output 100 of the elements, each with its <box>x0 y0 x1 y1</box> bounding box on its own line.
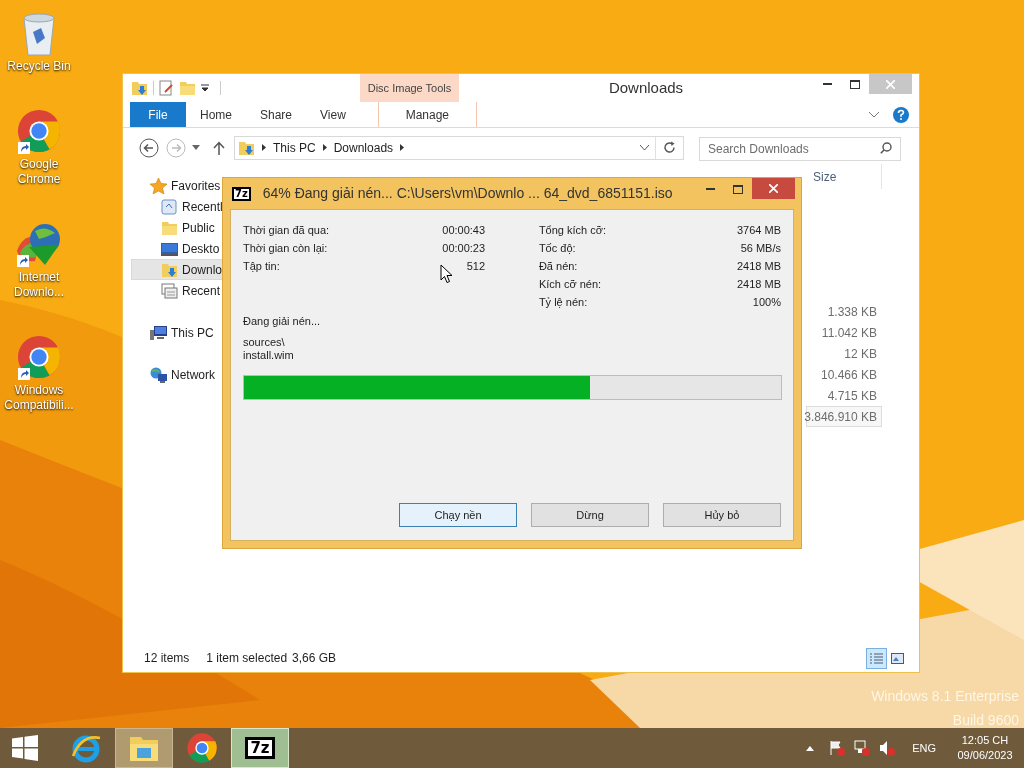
shortcut-arrow-icon <box>18 142 30 154</box>
up-arrow-icon[interactable] <box>213 140 225 155</box>
mouse-pointer-icon <box>440 264 453 284</box>
recent-locations-caret-icon[interactable] <box>192 145 200 150</box>
file-path-text: sources\ <box>243 335 286 349</box>
back-icon[interactable] <box>139 137 159 158</box>
stat-value: 56 MB/s <box>740 240 781 256</box>
shortcut-arrow-icon <box>17 255 29 267</box>
stat-value: 3764 MB <box>736 222 781 238</box>
details-list-icon <box>870 652 883 664</box>
file-size-cell[interactable]: 4.715 KB <box>806 385 882 406</box>
dialog-button[interactable]: Dừng <box>531 503 649 527</box>
stat-label: Thời gian đã qua: <box>243 222 330 238</box>
stat-value: 2418 MB <box>736 258 781 274</box>
selection-size: 3,66 GB <box>292 650 337 667</box>
stat-label: Kích cỡ nén: <box>538 276 602 292</box>
breadcrumb-item[interactable]: Downloads <box>333 138 394 157</box>
downloads-folder-icon <box>131 80 148 96</box>
stat-label: Tốc độ: <box>538 240 576 256</box>
help-icon[interactable] <box>893 106 909 123</box>
minimize-icon <box>705 188 715 190</box>
nav-item[interactable]: Network <box>131 364 293 385</box>
window-title: Downloads <box>608 77 684 98</box>
expand-ribbon-icon[interactable] <box>869 111 879 118</box>
edition-text: Build 9600 <box>952 711 1019 730</box>
ribbon-tab[interactable]: View <box>306 102 360 127</box>
file-size-cell[interactable]: 10.466 KB <box>806 364 882 385</box>
app-logo: 7z <box>232 186 251 201</box>
file-size-cell[interactable]: 11.042 KB <box>806 322 882 343</box>
chrome-icon <box>16 334 62 380</box>
speaker-muted-icon[interactable] <box>879 740 896 756</box>
file-explorer-icon <box>129 734 159 762</box>
edition-text: Windows 8.1 Enterprise <box>871 687 1019 706</box>
recycle-bin-icon <box>21 12 57 56</box>
item-count: 12 items <box>144 650 190 667</box>
search-field[interactable]: Search Downloads <box>699 136 901 161</box>
language-indicator[interactable]: ENG <box>912 739 936 757</box>
stat-value: 2418 MB <box>736 276 781 292</box>
stat-label: Tổng kích cỡ: <box>538 222 607 238</box>
context-tab-group: Disc Image Tools <box>360 74 459 102</box>
show-hidden-icons-icon[interactable] <box>806 745 815 751</box>
file-path-text: install.wim <box>243 348 295 362</box>
dropdown-caret-icon[interactable] <box>201 84 209 92</box>
flag-error-icon[interactable] <box>829 740 846 756</box>
dialog-button[interactable]: Hủy bỏ <box>663 503 781 527</box>
file-size-cell[interactable]: 1.338 KB <box>806 301 882 322</box>
folder-icon <box>179 80 196 96</box>
maximize-icon <box>850 79 860 89</box>
nav-item[interactable]: Recent <box>131 280 293 301</box>
network-icon <box>150 366 167 383</box>
ribbon-tab[interactable]: Home <box>186 102 246 127</box>
stat-value: 00:00:43 <box>442 222 486 238</box>
properties-icon[interactable] <box>159 80 174 96</box>
refresh-icon[interactable] <box>663 141 676 154</box>
breadcrumb-arrow-icon[interactable] <box>262 144 266 151</box>
app-logo: 7z <box>245 737 275 759</box>
downloads-folder-icon <box>161 261 178 278</box>
ribbon-tab[interactable]: Share <box>246 102 307 127</box>
stat-label: Thời gian còn lại: <box>243 240 328 256</box>
folder-icon <box>161 219 178 236</box>
dialog-button[interactable]: Chạy nền <box>399 503 517 527</box>
downloads-folder-icon <box>238 139 255 156</box>
breadcrumb-arrow-icon[interactable] <box>400 144 405 151</box>
close-icon <box>769 184 778 193</box>
breadcrumb-arrow-icon[interactable] <box>322 144 327 151</box>
desktop-icon <box>161 240 178 257</box>
stat-value: 512 <box>466 258 486 274</box>
close-icon <box>886 79 895 89</box>
star-icon <box>150 177 167 194</box>
ribbon-tab[interactable]: File <box>130 102 186 127</box>
windows-logo <box>12 735 38 761</box>
column-header[interactable]: Size <box>808 164 882 189</box>
search-icon[interactable] <box>880 141 892 154</box>
shortcut-arrow-icon <box>18 368 30 380</box>
recent-folder-icon <box>161 198 178 215</box>
breadcrumb-item[interactable]: This PC <box>273 138 316 157</box>
stat-value: 00:00:23 <box>442 240 486 256</box>
address-dropdown-icon[interactable] <box>640 144 649 151</box>
image-icon <box>891 652 904 664</box>
taskbar-app-button[interactable]: 7z <box>231 728 289 768</box>
maximize-icon <box>733 184 743 194</box>
chrome-icon <box>16 108 62 154</box>
globe-download-icon <box>15 221 63 267</box>
stat-value: 100% <box>752 294 781 310</box>
file-size-cell[interactable]: 12 KB <box>806 343 882 364</box>
stat-label: Tập tin: <box>243 258 280 274</box>
ribbon-tab[interactable]: Manage <box>377 102 477 127</box>
status-text: Đang giải nén... <box>243 314 322 329</box>
minimize-icon <box>822 83 832 85</box>
stat-label: Tỷ lệ nén: <box>538 294 588 310</box>
chrome-icon <box>186 732 218 764</box>
computer-icon <box>150 324 167 341</box>
clock[interactable]: 12:05 CH 09/06/2023 <box>954 733 1016 763</box>
stat-label: Đã nén: <box>538 258 578 274</box>
network-error-icon[interactable] <box>854 740 871 756</box>
close-button[interactable] <box>752 178 795 199</box>
selection-count: 1 item selected <box>206 650 288 667</box>
address-bar[interactable]: This PC Downloads <box>234 135 684 160</box>
recent-places-icon <box>161 282 178 299</box>
file-size-cell[interactable]: 3.846.910 KB <box>806 406 882 427</box>
